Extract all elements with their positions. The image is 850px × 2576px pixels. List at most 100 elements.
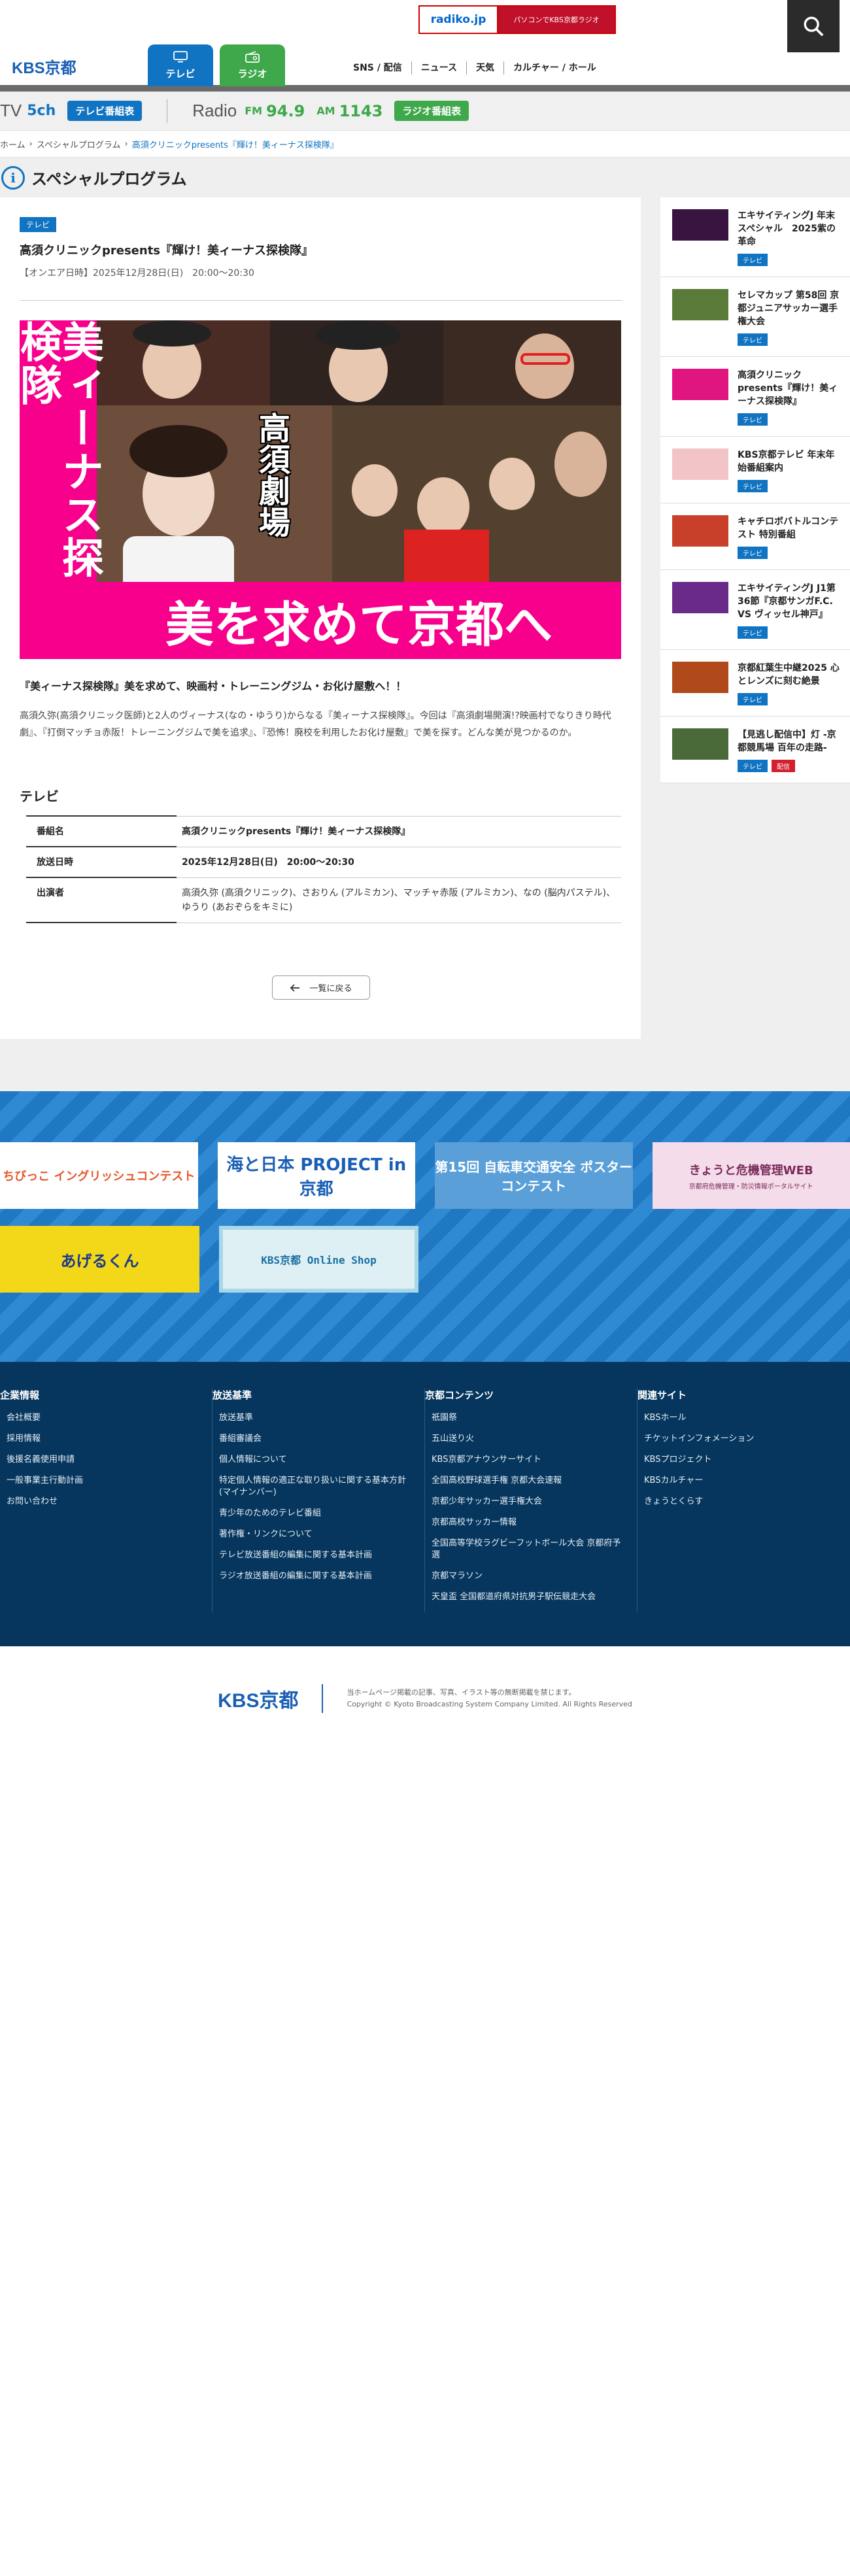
- table-row: 番組名 高須クリニックpresents『輝け！美ィーナス探検隊』: [26, 816, 621, 847]
- fm-frequency: 94.9: [266, 102, 305, 120]
- banner-umi-project[interactable]: 海と日本 PROJECT in 京都: [218, 1142, 416, 1209]
- nav-weather[interactable]: 天気: [466, 61, 503, 75]
- footer-link[interactable]: 会社概要: [7, 1412, 199, 1424]
- footer-link[interactable]: ラジオ放送番組の編集に関する基本計画: [219, 1570, 411, 1582]
- category-tag: テレビ: [738, 760, 768, 772]
- search-button[interactable]: [787, 0, 840, 52]
- back-label: 一覧に戻る: [309, 981, 352, 994]
- footer-link[interactable]: 放送基準: [219, 1412, 411, 1424]
- nav-culture[interactable]: カルチャー / ホール: [503, 61, 605, 75]
- table-key: 放送日時: [26, 847, 177, 877]
- sidebar-item-tags: テレビ: [738, 333, 841, 346]
- footer-notice: 当ホームページ掲載の記事、写真、イラスト等の無断掲載を禁じます。: [347, 1687, 632, 1699]
- hero-seal-text: 高須劇場: [232, 412, 287, 575]
- footer-link[interactable]: 特定個人情報の適正な取り扱いに関する基本方針(マイナンバー): [219, 1475, 411, 1499]
- footer-link-list: 祇園祭五山送り火 KBS京都アナウンサーサイト全国高校野球選手権 京都大会速報京都…: [425, 1412, 624, 1603]
- footer-logo[interactable]: KBS京都: [218, 1684, 323, 1713]
- banner-kyoto-kikikanri[interactable]: きょうと危機管理WEB 京都府危機管理・防災情報ポータルサイト: [653, 1142, 850, 1209]
- footer-link[interactable]: チケットインフォメーション: [644, 1433, 837, 1445]
- am-frequency: 1143: [339, 102, 383, 120]
- table-value: 高須クリニックpresents『輝け！美ィーナス探検隊』: [177, 816, 621, 847]
- footer-link[interactable]: お問い合わせ: [7, 1496, 199, 1508]
- sidebar: エキサイティングJ 年末スペシャル 2025紫の革命テレビセレマカップ 第58回…: [660, 197, 850, 783]
- tab-radio[interactable]: ラジオ: [220, 44, 285, 86]
- chevron-right-icon: ›: [29, 139, 33, 149]
- breadcrumb-special[interactable]: スペシャルプログラム: [37, 138, 121, 150]
- sidebar-thumbnail: [672, 289, 728, 320]
- tab-tv[interactable]: テレビ: [148, 44, 213, 86]
- category-tag: テレビ: [738, 693, 768, 705]
- sidebar-item[interactable]: キャチロボバトルコンテスト 特別番組テレビ: [660, 503, 850, 570]
- sidebar-item-tags: テレビ: [738, 413, 841, 426]
- global-nav: SNS / 配信 ニュース 天気 カルチャー / ホール: [353, 61, 605, 75]
- page-title: スペシャルプログラム: [31, 166, 187, 189]
- footer-link[interactable]: 祇園祭: [432, 1412, 624, 1424]
- breadcrumb-home[interactable]: ホーム: [0, 138, 26, 150]
- sidebar-item[interactable]: エキサイティングJ 年末スペシャル 2025紫の革命テレビ: [660, 197, 850, 277]
- sidebar-item[interactable]: セレマカップ 第58回 京都ジュニアサッカー選手権大会テレビ: [660, 277, 850, 357]
- sidebar-item-tags: テレビ: [738, 254, 841, 266]
- sidebar-item[interactable]: 【見逃し配信中】灯 -京都競馬場 百年の走路-テレビ配信: [660, 717, 850, 783]
- search-icon: [802, 15, 824, 37]
- footer-link[interactable]: 一般事業主行動計画: [7, 1475, 199, 1487]
- info-icon: i: [1, 166, 25, 190]
- footer-column: 京都コンテンツ祇園祭五山送り火KBS京都アナウンサーサイト全国高校野球選手権 京…: [425, 1388, 638, 1612]
- footer-link[interactable]: 個人情報について: [219, 1454, 411, 1466]
- chevron-right-icon: ›: [125, 139, 128, 149]
- footer-link[interactable]: 天皇盃 全国都道府県対抗男子駅伝競走大会: [432, 1591, 624, 1603]
- breadcrumb-current: 高須クリニックpresents『輝け！美ィーナス探検隊』: [132, 138, 339, 150]
- footer-link[interactable]: 著作権・リンクについて: [219, 1529, 411, 1540]
- sidebar-thumbnail: [672, 728, 728, 760]
- tab-radio-label: ラジオ: [238, 67, 267, 80]
- sidebar-item[interactable]: 京都紅葉生中継2025 心とレンズに刻む絶景テレビ: [660, 650, 850, 717]
- sidebar-item[interactable]: KBS京都テレビ 年末年始番組案内テレビ: [660, 437, 850, 503]
- footer-link[interactable]: きょうとくらす: [644, 1496, 837, 1508]
- sidebar-item[interactable]: 高須クリニックpresents『輝け！美ィーナス探検隊』テレビ: [660, 357, 850, 437]
- footer-link[interactable]: 後援名義使用申請: [7, 1454, 199, 1466]
- nav-news[interactable]: ニュース: [411, 61, 466, 75]
- footer-link[interactable]: KBSホール: [644, 1412, 837, 1424]
- tv-label: TV: [0, 101, 22, 121]
- footer-link[interactable]: KBS京都アナウンサーサイト: [432, 1454, 624, 1466]
- footer-link[interactable]: テレビ放送番組の編集に関する基本計画: [219, 1550, 411, 1561]
- table-key: 番組名: [26, 816, 177, 847]
- sidebar-item-body: 【見逃し配信中】灯 -京都競馬場 百年の走路-テレビ配信: [738, 728, 841, 772]
- footer-link[interactable]: 青少年のためのテレビ番組: [219, 1508, 411, 1519]
- footer-link[interactable]: 番組審議会: [219, 1433, 411, 1445]
- footer-copy: 当ホームページ掲載の記事、写真、イラスト等の無断掲載を禁じます。 Copyrig…: [347, 1687, 632, 1710]
- table-value: 2025年12月28日(日) 20:00〜20:30: [177, 847, 621, 877]
- sidebar-thumbnail: [672, 209, 728, 241]
- footer-link[interactable]: KBSカルチャー: [644, 1475, 837, 1487]
- article-title: 高須クリニックpresents『輝け！美ィーナス探検隊』: [20, 241, 622, 258]
- footer-link[interactable]: 採用情報: [7, 1433, 199, 1445]
- sidebar-thumbnail: [672, 662, 728, 693]
- footer-link[interactable]: 全国高等学校ラグビーフットボール大会 京都府予選: [432, 1538, 624, 1561]
- radiko-banner[interactable]: radiko.jp パソコンでKBS京都ラジオ: [418, 5, 616, 34]
- banner-bicycle-contest[interactable]: 第15回 自転車交通安全 ポスターコンテスト: [435, 1142, 633, 1209]
- radio-icon: [245, 51, 260, 63]
- category-tag: テレビ: [738, 547, 768, 559]
- sidebar-thumbnail: [672, 449, 728, 480]
- radio-schedule-button[interactable]: ラジオ番組表: [394, 101, 469, 121]
- nav-sns[interactable]: SNS / 配信: [353, 61, 411, 75]
- site-logo[interactable]: KBS京都: [12, 55, 76, 78]
- sidebar-item[interactable]: エキサイティングJ J1第36節『京都サンガF.C. VS ヴィッセル神戸』テレ…: [660, 570, 850, 650]
- site-footer: KBS京都 当ホームページ掲載の記事、写真、イラスト等の無断掲載を禁じます。 C…: [0, 1646, 850, 1751]
- footer-link[interactable]: 全国高校野球選手権 京都大会速報: [432, 1475, 624, 1487]
- tv-schedule-button[interactable]: テレビ番組表: [67, 101, 142, 121]
- program-info-table: 番組名 高須クリニックpresents『輝け！美ィーナス探検隊』 放送日時 20…: [26, 815, 621, 923]
- banner-english-contest[interactable]: ちびっこ イングリッシュコンテスト: [0, 1142, 198, 1209]
- banner-online-shop[interactable]: KBS京都 Online Shop: [219, 1226, 418, 1293]
- footer-column: 企業情報会社概要採用情報後援名義使用申請一般事業主行動計画お問い合わせ: [0, 1388, 212, 1612]
- banner-agerukun[interactable]: あげるくん: [0, 1226, 199, 1293]
- footer-column-heading: 放送基準: [212, 1388, 411, 1402]
- sidebar-item-tags: テレビ配信: [738, 760, 841, 772]
- footer-link[interactable]: 京都少年サッカー選手権大会: [432, 1496, 624, 1508]
- back-to-list-button[interactable]: 一覧に戻る: [272, 975, 369, 1000]
- footer-link[interactable]: 京都マラソン: [432, 1570, 624, 1582]
- footer-link[interactable]: KBSプロジェクト: [644, 1454, 837, 1466]
- footer-link[interactable]: 京都高校サッカー情報: [432, 1517, 624, 1529]
- tv-channel-number: 5ch: [27, 103, 56, 119]
- footer-link[interactable]: 五山送り火: [432, 1433, 624, 1445]
- hero-vertical-title: 美ィーナス探検隊: [20, 320, 97, 582]
